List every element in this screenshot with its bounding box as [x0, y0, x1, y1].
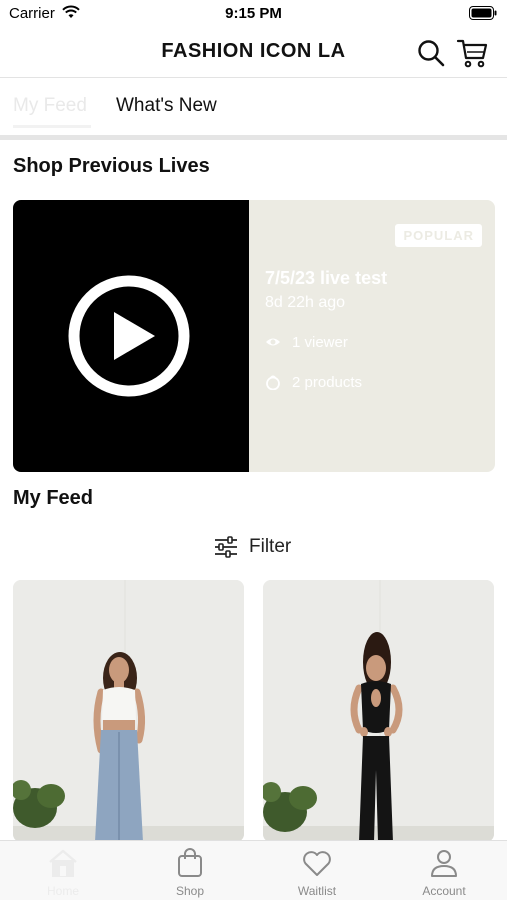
product-card-1[interactable]	[13, 580, 244, 842]
cart-icon[interactable]	[456, 37, 488, 69]
live-info-panel: POPULAR 7/5/23 live test 8d 22h ago 1 vi…	[249, 200, 495, 472]
nav-home[interactable]: Home	[0, 841, 126, 900]
product-image-1[interactable]	[13, 580, 244, 842]
play-icon[interactable]	[67, 274, 191, 398]
previous-lives-title: Shop Previous Lives	[13, 155, 210, 177]
filter-sliders-icon	[215, 536, 237, 558]
live-time-ago: 8d 22h ago	[265, 294, 346, 311]
person-icon	[431, 850, 457, 877]
search-icon[interactable]	[416, 38, 446, 68]
live-title: 7/5/23 live test	[265, 268, 388, 288]
status-time: 9:15 PM	[225, 5, 282, 22]
my-feed-title: My Feed	[13, 487, 94, 509]
nav-waitlist[interactable]: Waitlist	[254, 841, 380, 900]
battery-icon	[469, 6, 497, 20]
product-bag-icon	[266, 375, 280, 390]
popular-badge: POPULAR	[395, 224, 482, 247]
app-header: FASHION ICON LA	[0, 28, 507, 78]
nav-waitlist-label: Waitlist	[297, 884, 337, 898]
bottom-tab-bar: Home Shop Waitlist Account	[0, 840, 507, 900]
active-tab-indicator	[13, 125, 91, 128]
feed-tabs: My Feed What's New	[0, 79, 507, 137]
eye-icon	[266, 338, 280, 346]
nav-home-label: Home	[46, 884, 79, 898]
nav-shop-label: Shop	[175, 884, 205, 898]
bag-icon	[178, 848, 202, 877]
filter-button[interactable]: Filter	[214, 534, 304, 560]
nav-account-label: Account	[422, 884, 466, 898]
live-video-thumbnail[interactable]	[13, 200, 249, 472]
live-viewers-label: 1 viewer	[292, 334, 348, 351]
filter-label: Filter	[249, 536, 292, 557]
heart-icon	[303, 851, 331, 876]
tabs-divider	[0, 135, 507, 140]
nav-shop[interactable]: Shop	[127, 841, 253, 900]
live-products-label: 2 products	[292, 374, 363, 391]
status-bar: Carrier 9:15 PM	[0, 0, 507, 28]
product-card-2[interactable]	[263, 580, 494, 842]
previous-live-card[interactable]: POPULAR 7/5/23 live test 8d 22h ago 1 vi…	[13, 200, 495, 472]
product-image-2[interactable]	[263, 580, 494, 842]
home-icon	[49, 849, 77, 877]
tab-my-feed[interactable]: My Feed	[13, 95, 87, 117]
tab-whats-new[interactable]: What's New	[116, 95, 217, 117]
nav-account[interactable]: Account	[381, 841, 507, 900]
